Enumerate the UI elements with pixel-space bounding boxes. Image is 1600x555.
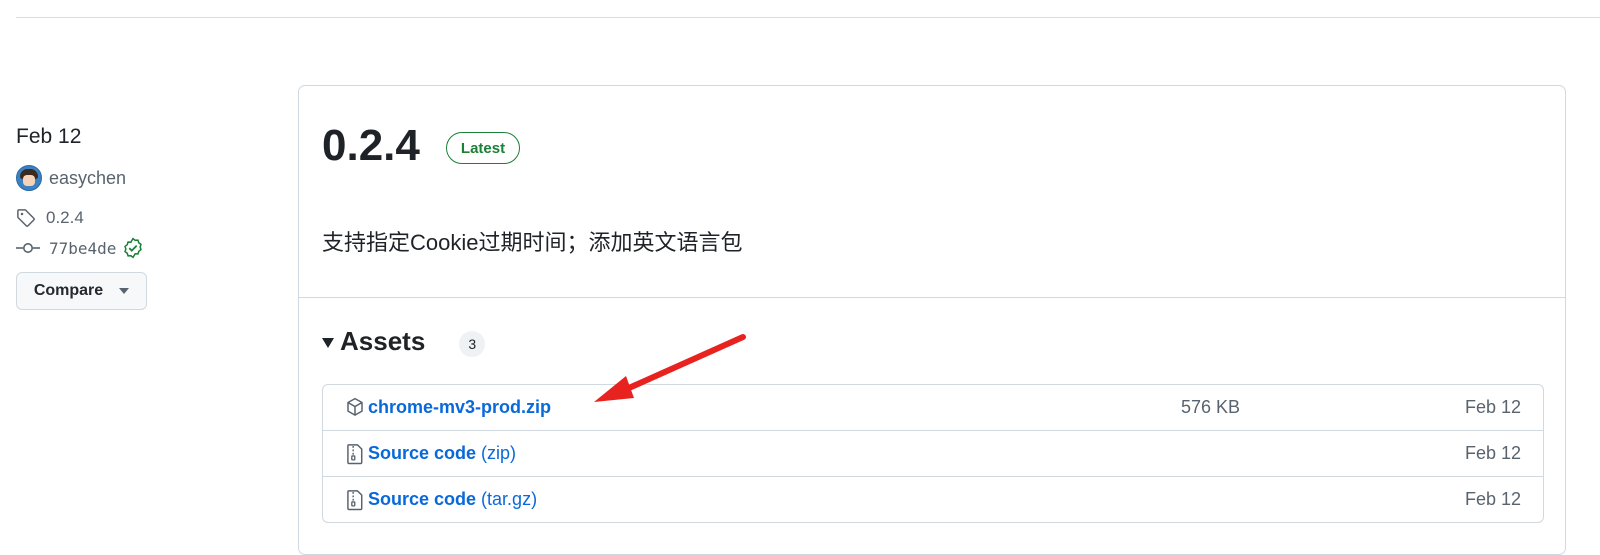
annotation-arrow bbox=[594, 334, 746, 402]
asset-link[interactable]: Source code (zip) bbox=[368, 443, 516, 464]
release-header: 0.2.4 Latest 支持指定Cookie过期时间；添加英文语言包 bbox=[299, 86, 1565, 298]
commit-sha[interactable]: 77be4de bbox=[49, 239, 116, 258]
author-link[interactable]: easychen bbox=[16, 164, 256, 192]
asset-row: chrome-mv3-prod.zip 576 KB Feb 12 bbox=[323, 385, 1543, 430]
chevron-down-icon bbox=[119, 288, 130, 294]
release-date: Feb 12 bbox=[16, 125, 82, 148]
package-icon bbox=[347, 397, 363, 416]
file-zip-icon bbox=[347, 490, 363, 511]
release-card: 0.2.4 Latest 支持指定Cookie过期时间；添加英文语言包 Asse… bbox=[298, 85, 1566, 555]
asset-list: chrome-mv3-prod.zip 576 KB Feb 12 Source… bbox=[322, 384, 1544, 523]
tag-link[interactable]: 0.2.4 bbox=[16, 206, 256, 230]
assets-count-badge: 3 bbox=[459, 330, 486, 357]
tag-icon bbox=[17, 209, 35, 227]
header-divider bbox=[16, 17, 1600, 18]
author-name[interactable]: easychen bbox=[49, 168, 126, 189]
compare-button[interactable]: Compare bbox=[16, 272, 147, 310]
tag-label[interactable]: 0.2.4 bbox=[46, 208, 84, 228]
commit-link[interactable]: 77be4de bbox=[16, 236, 256, 260]
asset-row: Source code (zip) Feb 12 bbox=[323, 430, 1543, 476]
verified-icon[interactable] bbox=[122, 237, 144, 259]
commit-icon bbox=[16, 243, 40, 253]
file-zip-icon bbox=[347, 444, 363, 465]
assets-toggle[interactable]: Assets 3 bbox=[322, 326, 486, 357]
triangle-down-icon bbox=[322, 337, 334, 348]
release-notes: 支持指定Cookie过期时间；添加英文语言包 bbox=[322, 230, 743, 255]
assets-title: Assets bbox=[340, 326, 426, 356]
asset-link[interactable]: chrome-mv3-prod.zip bbox=[368, 397, 551, 418]
asset-link[interactable]: Source code (tar.gz) bbox=[368, 489, 537, 510]
asset-date: Feb 12 bbox=[1464, 397, 1521, 417]
asset-date: Feb 12 bbox=[1464, 489, 1521, 509]
asset-date: Feb 12 bbox=[1464, 443, 1521, 463]
release-meta: Feb 12 easychen 0.2.4 77be4de Compare bbox=[16, 124, 256, 310]
avatar bbox=[16, 165, 42, 191]
latest-badge: Latest bbox=[446, 132, 520, 164]
release-title[interactable]: 0.2.4 bbox=[322, 120, 420, 172]
asset-size: 576 KB bbox=[1181, 397, 1241, 417]
compare-label: Compare bbox=[33, 282, 104, 299]
asset-row: Source code (tar.gz) Feb 12 bbox=[323, 476, 1543, 522]
